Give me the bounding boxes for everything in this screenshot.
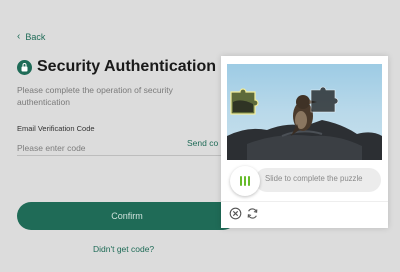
chevron-left-icon: ‹ xyxy=(17,31,21,42)
grip-lines-icon xyxy=(240,176,242,186)
captcha-modal: Slide to complete the puzzle xyxy=(221,56,388,228)
confirm-button[interactable]: Confirm xyxy=(17,202,237,230)
grip-line xyxy=(244,176,246,186)
puzzle-image xyxy=(227,64,382,160)
page-description: Please complete the operation of securit… xyxy=(17,85,173,107)
lock-icon xyxy=(17,59,32,75)
slider-handle[interactable] xyxy=(230,166,260,196)
slider-hint: Slide to complete the puzzle xyxy=(265,174,363,183)
email-code-input[interactable] xyxy=(17,143,177,153)
title-row: Security Authentication xyxy=(17,58,216,76)
refresh-icon[interactable] xyxy=(246,207,259,220)
divider xyxy=(221,201,388,202)
close-circle-icon[interactable] xyxy=(229,207,242,220)
send-code-button[interactable]: Send co xyxy=(187,138,218,148)
email-code-label: Email Verification Code xyxy=(17,124,95,133)
back-label: Back xyxy=(25,31,46,42)
back-link[interactable]: ‹ Back xyxy=(17,31,45,42)
grip-line xyxy=(248,176,250,186)
page-title: Security Authentication xyxy=(37,58,216,75)
didnt-get-code-link[interactable]: Didn't get code? xyxy=(93,244,154,254)
